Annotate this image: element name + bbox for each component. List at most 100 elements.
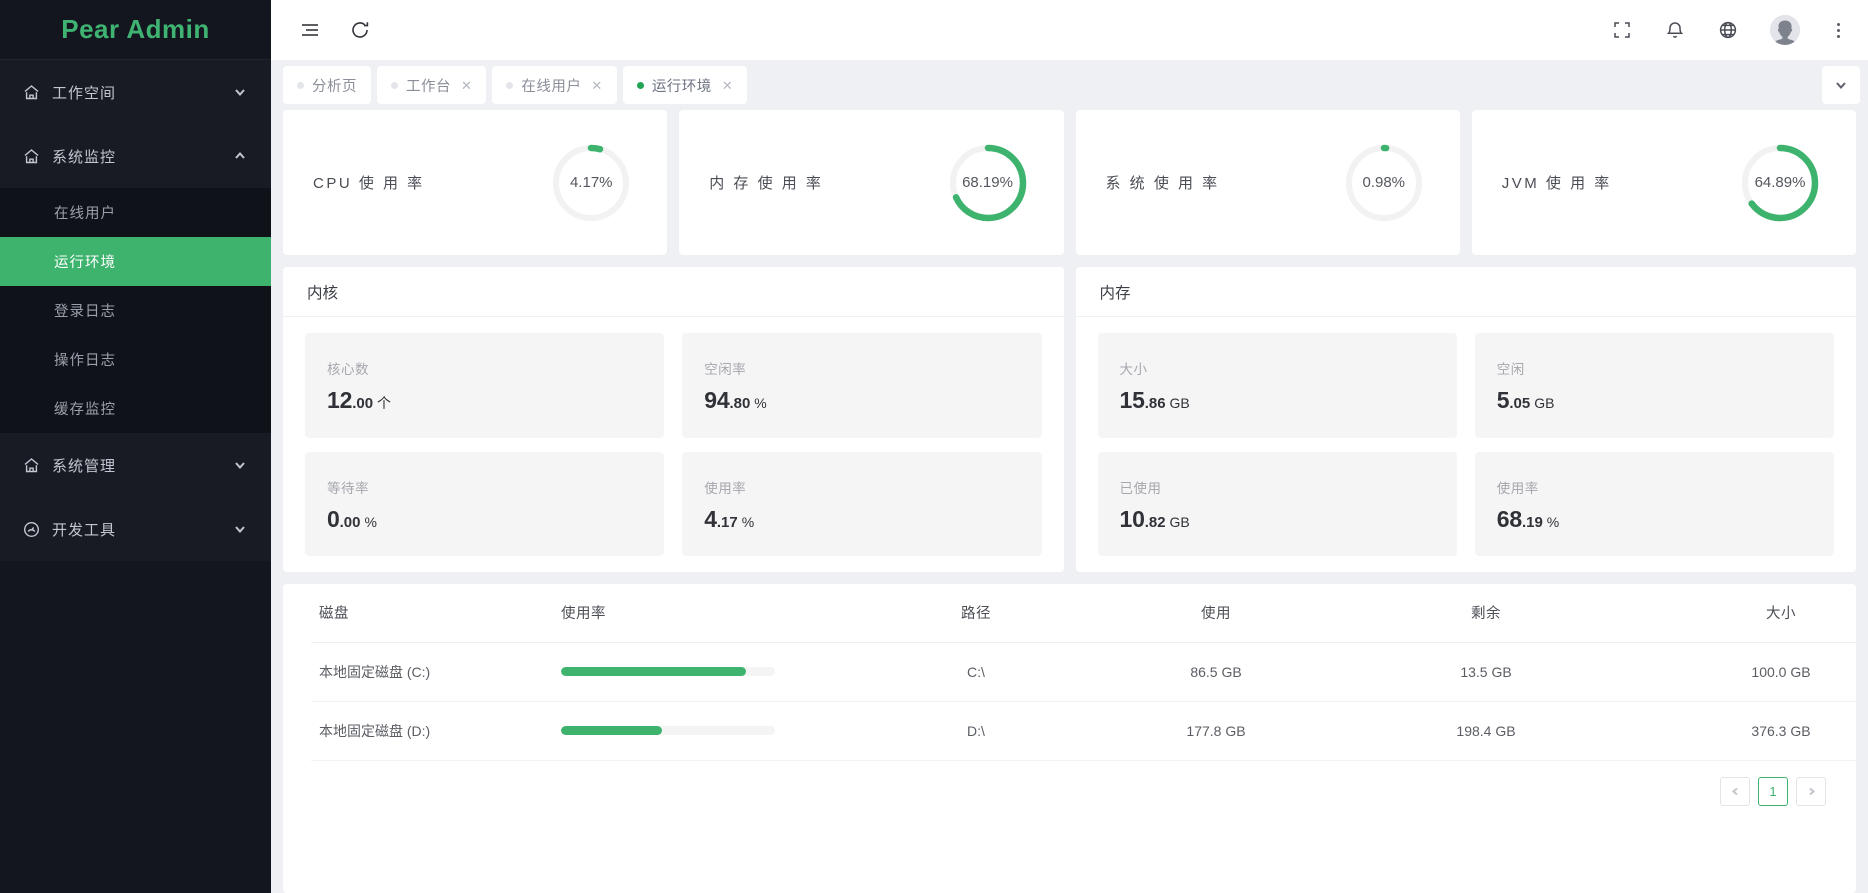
column-header-4: 剩余: [1341, 584, 1631, 643]
gauge-title: 系 统 使 用 率: [1105, 175, 1220, 192]
table-row[interactable]: 本地固定磁盘 (D:) D:\ 177.8 GB 198.4 GB 376.3 GB: [311, 701, 1868, 761]
tab-close-icon[interactable]: ✕: [722, 79, 733, 92]
tab-1[interactable]: 工作台 ✕: [377, 66, 487, 104]
usage-progress-fill: [561, 726, 662, 735]
gauge-title: CPU 使 用 率: [313, 175, 425, 192]
stat-value-integer: 94: [704, 387, 730, 414]
dot: [1837, 34, 1840, 38]
stat-label: 核心数: [327, 362, 369, 378]
sidebar-group-3[interactable]: 开发工具: [0, 497, 271, 561]
stat-card: 空闲 5.05 GB: [1474, 333, 1834, 438]
gauge-card-2: 系 统 使 用 率 0.98%: [1075, 110, 1460, 255]
column-header-1: 使用率: [561, 584, 861, 643]
sidebar-item-0[interactable]: 在线用户: [0, 188, 271, 237]
stat-value-decimal: .17: [716, 513, 738, 531]
chevron-down-icon[interactable]: [1822, 66, 1860, 104]
brand-logo[interactable]: Pear Admin: [0, 0, 271, 60]
stat-value-decimal: .00: [339, 513, 361, 531]
tab-3[interactable]: 运行环境 ✕: [622, 66, 748, 104]
panel-0: 内核 核心数 12.00 个空闲率 94.80% 等待率 0.00% 使用率 4.17%: [283, 267, 1064, 572]
stat-value-integer: 68: [1496, 505, 1522, 532]
cell-free: 198.4 GB: [1341, 701, 1631, 761]
stat-card: 空闲率 94.80%: [682, 333, 1042, 438]
fullscreen-icon[interactable]: [1611, 19, 1633, 41]
sidebar-item-2[interactable]: 登录日志: [0, 286, 271, 335]
home-icon: [20, 145, 42, 167]
tab-2[interactable]: 在线用户 ✕: [492, 66, 617, 104]
sidebar-nav: 工作空间系统监控在线用户 运行环境 登录日志 操作日志 缓存监控 系统管理 开发工具: [0, 60, 271, 893]
stat-value-unit: 个: [377, 395, 392, 412]
refresh-icon[interactable]: [349, 19, 371, 41]
stat-value: 15.86 GB: [1120, 389, 1435, 412]
stat-value: 5.05 GB: [1497, 389, 1812, 412]
stat-card: 等待率 0.00%: [305, 451, 665, 556]
more-vertical-icon[interactable]: [1831, 19, 1846, 42]
column-header-3: 使用: [1091, 584, 1341, 643]
bell-icon[interactable]: [1664, 19, 1686, 41]
stat-value-unit: GB: [1169, 513, 1190, 530]
pagination-prev[interactable]: [1720, 776, 1750, 806]
usage-progress-fill: [561, 667, 747, 676]
table-header-row: 磁盘 使用率 路径 使用 剩余 大小: [311, 584, 1868, 643]
tab-close-icon[interactable]: ✕: [591, 79, 602, 92]
sidebar-item-4[interactable]: 缓存监控: [0, 384, 271, 433]
sidebar-group-2[interactable]: 系统管理: [0, 433, 271, 497]
sidebar-group-0[interactable]: 工作空间: [0, 60, 271, 124]
topbar-right-actions: [1611, 15, 1846, 45]
dot: [1837, 22, 1840, 26]
table-body: 本地固定磁盘 (C:) C:\ 86.5 GB 13.5 GB 100.0 GB 本地固定…: [311, 642, 1868, 761]
cell-size: 100.0 GB: [1631, 642, 1868, 702]
stat-value: 10.82 GB: [1120, 507, 1435, 531]
dot: [1837, 28, 1840, 32]
stat-value-unit: %: [754, 395, 767, 412]
cell-used: 86.5 GB: [1091, 642, 1341, 702]
stat-value-integer: 15: [1119, 387, 1145, 414]
cell-usage-bar: [561, 701, 861, 761]
sidebar-group-1[interactable]: 系统监控: [0, 124, 271, 188]
stat-value-decimal: .19: [1521, 513, 1543, 531]
sidebar-item-1[interactable]: 运行环境: [0, 237, 271, 286]
app-root: Pear Admin 工作空间 系统监控 在线用户 运行环境 登录日志 操作日志 缓存监控系…: [0, 0, 1868, 893]
stat-card: 使用率 68.19%: [1474, 451, 1834, 556]
home-icon: [20, 81, 42, 103]
stat-value: 12.00 个: [327, 389, 642, 412]
tab-label: 工作台: [406, 78, 451, 95]
tab-close-icon[interactable]: ✕: [461, 79, 472, 92]
usage-progress-track: [561, 726, 775, 735]
tab-0[interactable]: 分析页: [283, 66, 371, 104]
sidebar-group-label: 工作空间: [52, 84, 117, 102]
avatar[interactable]: [1770, 15, 1800, 45]
usage-progress-track: [561, 667, 775, 676]
stat-label: 空闲: [1496, 362, 1525, 378]
stat-value: 94.80%: [704, 389, 1019, 412]
pagination: 1: [311, 761, 1828, 806]
stat-value-integer: 5: [1496, 387, 1510, 414]
cell-disk: 本地固定磁盘 (C:): [311, 642, 561, 702]
tab-label: 运行环境: [651, 78, 712, 95]
sidebar-item-3[interactable]: 操作日志: [0, 335, 271, 384]
stat-value-decimal: .86: [1144, 395, 1166, 413]
cell-free: 13.5 GB: [1341, 642, 1631, 702]
stat-label: 大小: [1119, 362, 1148, 378]
stat-value-integer: 12: [327, 387, 353, 414]
gauge-value: 0.98%: [1362, 174, 1406, 191]
sidebar-group-label: 系统监控: [52, 148, 117, 166]
tab-label: 在线用户: [521, 78, 582, 95]
tab-list: 分析页 工作台 ✕ 在线用户 ✕ 运行环境 ✕: [283, 66, 748, 104]
pagination-next[interactable]: [1796, 776, 1826, 806]
pagination-page-1[interactable]: 1: [1758, 776, 1788, 806]
menu-collapse-icon[interactable]: [299, 19, 321, 41]
gauge-value: 64.89%: [1754, 174, 1806, 191]
stat-value-unit: GB: [1534, 395, 1555, 412]
tab-bar: 分析页 工作台 ✕ 在线用户 ✕ 运行环境 ✕: [271, 60, 1868, 110]
cell-path: C:\: [861, 642, 1091, 702]
stat-card: 核心数 12.00 个: [305, 333, 665, 438]
panel-title: 内核: [283, 267, 1064, 317]
tab-label: 分析页: [312, 78, 357, 95]
chevron-down-icon: [233, 522, 247, 536]
cell-used: 177.8 GB: [1091, 701, 1341, 761]
gauge-card-1: 内 存 使 用 率 68.19%: [679, 110, 1064, 255]
table-row[interactable]: 本地固定磁盘 (C:) C:\ 86.5 GB 13.5 GB 100.0 GB: [311, 642, 1868, 702]
gauge-value: 68.19%: [962, 174, 1013, 191]
globe-icon[interactable]: [1717, 19, 1739, 41]
